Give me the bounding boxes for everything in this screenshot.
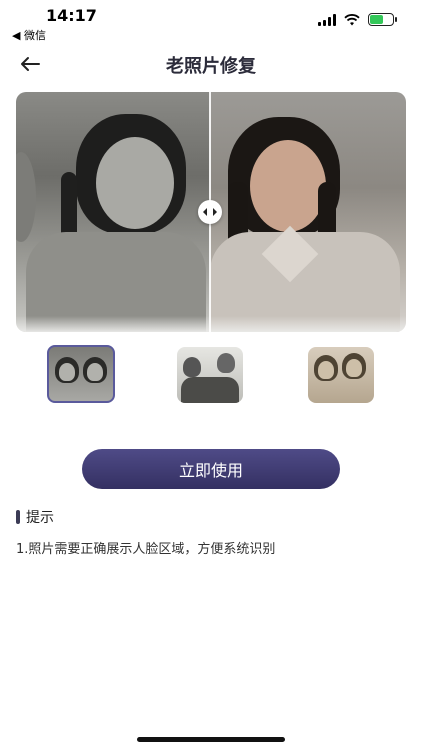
tips-accent-bar xyxy=(16,510,20,524)
before-photo xyxy=(16,92,210,332)
tips-header: 提示 xyxy=(16,507,54,527)
left-right-arrows-icon xyxy=(203,208,217,216)
wifi-icon xyxy=(344,13,360,25)
status-bar: 14:17 ◀ 微信 xyxy=(0,0,422,44)
thumbnail-couple-sepia[interactable] xyxy=(308,347,374,403)
nav-bar: 老照片修复 xyxy=(0,44,422,84)
before-after-compare[interactable] xyxy=(16,92,406,332)
photo-frame-edge xyxy=(16,316,406,332)
tips-title: 提示 xyxy=(26,510,54,526)
battery-icon xyxy=(368,13,397,26)
tip-item: 1.照片需要正确展示人脸区域，方便系统识别 xyxy=(16,542,276,557)
signal-icon xyxy=(318,13,336,26)
status-time: 14:17 xyxy=(46,6,97,25)
thumbnail-two-men[interactable] xyxy=(177,347,243,403)
page-title: 老照片修复 xyxy=(166,56,256,77)
compare-slider-handle[interactable] xyxy=(198,200,222,224)
use-now-button[interactable]: 立即使用 xyxy=(82,449,340,489)
back-to-wechat-link[interactable]: ◀ 微信 xyxy=(12,27,46,43)
home-indicator[interactable] xyxy=(137,737,285,742)
sample-thumbnails xyxy=(0,345,422,407)
status-icons xyxy=(318,13,397,26)
thumbnail-two-girls[interactable] xyxy=(47,345,115,403)
after-photo xyxy=(210,92,406,332)
